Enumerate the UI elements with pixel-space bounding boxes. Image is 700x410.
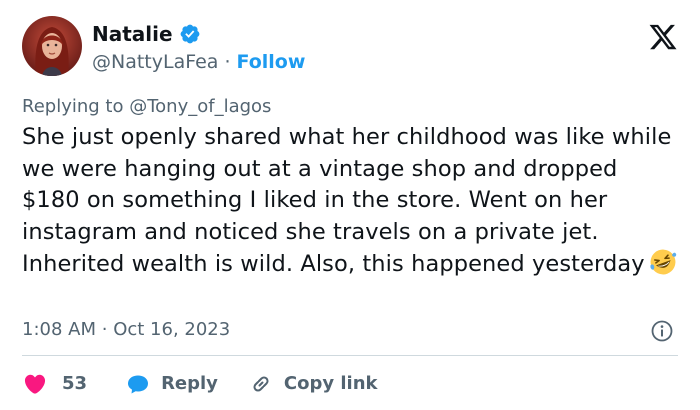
tweet-timestamp[interactable]: 1:08 AM · Oct 16, 2023 bbox=[22, 318, 230, 342]
laughing-emoji-icon bbox=[650, 249, 676, 275]
tweet-time: 1:08 AM bbox=[22, 319, 96, 340]
follow-button[interactable]: Follow bbox=[237, 50, 306, 74]
replying-to-label: Replying to bbox=[22, 96, 124, 117]
author-handle[interactable]: @NattyLaFea bbox=[92, 50, 218, 74]
reply-label: Reply bbox=[161, 373, 218, 394]
reply-button[interactable]: Reply bbox=[125, 372, 218, 396]
meta-separator: · bbox=[101, 319, 108, 340]
reply-bubble-icon bbox=[128, 375, 149, 394]
divider bbox=[22, 355, 678, 356]
heart-icon bbox=[24, 374, 46, 394]
avatar-image bbox=[22, 16, 82, 76]
author-handle-row: @NattyLaFea · Follow bbox=[92, 50, 305, 74]
like-button[interactable]: 53 bbox=[22, 372, 87, 396]
separator-dot: · bbox=[224, 51, 231, 73]
tweet-text-content: She just openly shared what her childhoo… bbox=[22, 124, 672, 277]
action-bar: 53 Reply Copy link bbox=[22, 372, 378, 396]
author-display-name[interactable]: Natalie bbox=[92, 22, 173, 46]
author-name-row: Natalie bbox=[92, 22, 201, 46]
tweet-date: Oct 16, 2023 bbox=[113, 319, 231, 340]
copy-link-button[interactable]: Copy link bbox=[248, 372, 378, 396]
like-count: 53 bbox=[62, 373, 88, 394]
avatar[interactable] bbox=[22, 16, 82, 76]
replying-to: Replying to @Tony_of_lagos bbox=[22, 95, 271, 119]
replying-to-handle[interactable]: @Tony_of_lagos bbox=[129, 96, 271, 117]
tweet-text: She just openly shared what her childhoo… bbox=[22, 122, 682, 281]
tweet-card: Natalie @NattyLaFea · Follow Replying to… bbox=[0, 0, 700, 410]
link-icon bbox=[253, 376, 269, 392]
copy-link-label: Copy link bbox=[283, 373, 378, 394]
info-icon[interactable] bbox=[650, 319, 674, 343]
x-logo-icon[interactable] bbox=[648, 22, 678, 52]
verified-badge-icon bbox=[180, 24, 199, 44]
